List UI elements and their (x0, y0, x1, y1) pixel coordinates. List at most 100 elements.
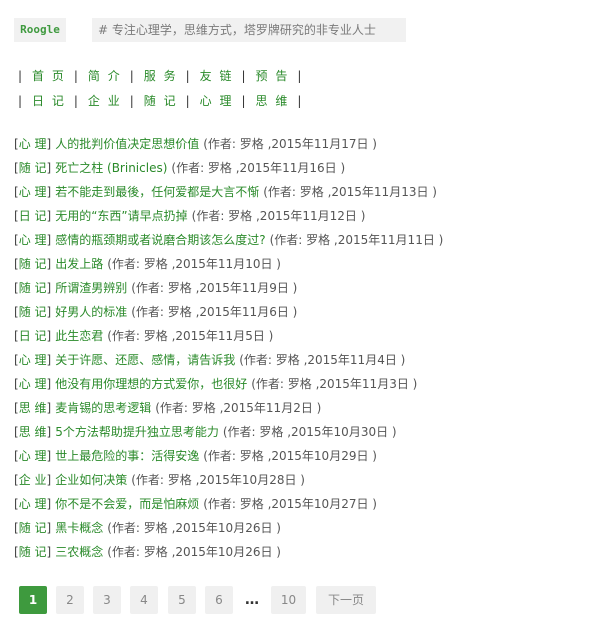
page-link-10[interactable]: 10 (271, 586, 306, 614)
post-title-link[interactable]: 无用的“东西”请早点扔掉 (55, 209, 187, 223)
post-title-link[interactable]: 出发上路 (55, 257, 103, 271)
post-category-label: 心 理 (18, 353, 47, 367)
post-title-link[interactable]: 所谓渣男辨别 (55, 281, 127, 295)
post-category[interactable]: [思 维] (14, 425, 51, 439)
nav-link-4[interactable]: 预 告 (256, 69, 290, 83)
post-category[interactable]: [随 记] (14, 257, 51, 271)
post-category-label: 心 理 (18, 377, 47, 391)
nav-separator: | (297, 94, 304, 108)
post-meta: (作者: 罗格 ,2015年11月10日 ) (107, 257, 281, 271)
post-meta: (作者: 罗格 ,2015年11月17日 ) (203, 137, 377, 151)
nav-separator: | (185, 94, 192, 108)
post-title-link[interactable]: 你不是不会爱，而是怕麻烦 (55, 497, 199, 511)
nav-separator: | (73, 94, 80, 108)
post-meta: (作者: 罗格 ,2015年11月9日 ) (131, 281, 298, 295)
post-category[interactable]: [心 理] (14, 137, 51, 151)
nav-link-1[interactable]: 简 介 (88, 69, 122, 83)
post-category[interactable]: [企 业] (14, 473, 51, 487)
post-item: [随 记] 好男人的标准 (作者: 罗格 ,2015年11月6日 ) (14, 302, 443, 326)
next-page-button[interactable]: 下一页 (316, 586, 376, 614)
post-category[interactable]: [随 记] (14, 161, 51, 175)
post-category-label: 心 理 (18, 449, 47, 463)
post-category[interactable]: [随 记] (14, 521, 51, 535)
page-link-6[interactable]: 6 (205, 586, 233, 614)
post-item: [随 记] 黑卡概念 (作者: 罗格 ,2015年10月26日 ) (14, 518, 443, 542)
nav-separator: | (241, 94, 248, 108)
post-category[interactable]: [随 记] (14, 305, 51, 319)
page-link-4[interactable]: 4 (130, 586, 158, 614)
post-meta: (作者: 罗格 ,2015年11月3日 ) (251, 377, 418, 391)
post-meta: (作者: 罗格 ,2015年10月28日 ) (131, 473, 305, 487)
post-meta: (作者: 罗格 ,2015年10月27日 ) (203, 497, 377, 511)
post-meta: (作者: 罗格 ,2015年11月11日 ) (269, 233, 444, 247)
nav-separator: | (73, 69, 80, 83)
post-title-link[interactable]: 关于许愿、还愿、感情，请告诉我 (55, 353, 235, 367)
nav-link-3[interactable]: 友 链 (200, 69, 234, 83)
post-title-link[interactable]: 麦肯锡的思考逻辑 (55, 401, 151, 415)
category-nav-link-3[interactable]: 心 理 (200, 94, 234, 108)
site-tagline: # 专注心理学，思维方式，塔罗牌研究的非专业人士 (92, 18, 406, 42)
nav-separator: | (18, 69, 25, 83)
post-title-link[interactable]: 世上最危险的事：活得安逸 (55, 449, 199, 463)
post-category[interactable]: [心 理] (14, 497, 51, 511)
main-nav-row-1: | 首 页 | 简 介 | 服 务 | 友 链 | 预 告 | (14, 67, 307, 84)
post-category-label: 心 理 (18, 233, 47, 247)
post-title-link[interactable]: 5个方法帮助提升独立思考能力 (55, 425, 219, 439)
post-category[interactable]: [日 记] (14, 329, 51, 343)
post-item: [心 理] 若不能走到最後，任何爱都是大言不惭 (作者: 罗格 ,2015年11月1… (14, 182, 443, 206)
category-nav-link-4[interactable]: 思 维 (256, 94, 290, 108)
post-category-label: 心 理 (18, 137, 47, 151)
post-title-link[interactable]: 三农概念 (55, 545, 103, 559)
post-meta: (作者: 罗格 ,2015年10月29日 ) (203, 449, 377, 463)
post-category[interactable]: [随 记] (14, 281, 51, 295)
post-category-label: 心 理 (18, 497, 47, 511)
post-category-label: 日 记 (18, 329, 47, 343)
post-title-link[interactable]: 此生恋君 (55, 329, 103, 343)
post-category-label: 心 理 (18, 185, 47, 199)
post-category[interactable]: [日 记] (14, 209, 51, 223)
post-category-label: 日 记 (18, 209, 47, 223)
post-item: [心 理] 世上最危险的事：活得安逸 (作者: 罗格 ,2015年10月29日 ) (14, 446, 443, 470)
post-meta: (作者: 罗格 ,2015年10月26日 ) (107, 521, 281, 535)
post-category[interactable]: [随 记] (14, 545, 51, 559)
post-item: [随 记] 死亡之柱 (Brinicles) (作者: 罗格 ,2015年11月16… (14, 158, 443, 182)
post-item: [随 记] 三农概念 (作者: 罗格 ,2015年10月26日 ) (14, 542, 443, 566)
post-category[interactable]: [心 理] (14, 377, 51, 391)
post-category-label: 随 记 (18, 305, 47, 319)
post-item: [心 理] 他没有用你理想的方式爱你，也很好 (作者: 罗格 ,2015年11月3日… (14, 374, 443, 398)
post-title-link[interactable]: 死亡之柱 (Brinicles) (55, 161, 167, 175)
category-nav-link-0[interactable]: 日 记 (32, 94, 66, 108)
post-category[interactable]: [思 维] (14, 401, 51, 415)
post-title-link[interactable]: 黑卡概念 (55, 521, 103, 535)
post-item: [企 业] 企业如何决策 (作者: 罗格 ,2015年10月28日 ) (14, 470, 443, 494)
post-category[interactable]: [心 理] (14, 353, 51, 367)
post-item: [心 理] 人的批判价值决定思想价值 (作者: 罗格 ,2015年11月17日 ) (14, 134, 443, 158)
main-nav-row-2: | 日 记 | 企 业 | 随 记 | 心 理 | 思 维 | (14, 92, 307, 109)
page-link-5[interactable]: 5 (168, 586, 196, 614)
post-category-label: 随 记 (18, 521, 47, 535)
post-category-label: 随 记 (18, 161, 47, 175)
post-title-link[interactable]: 他没有用你理想的方式爱你，也很好 (55, 377, 247, 391)
post-meta: (作者: 罗格 ,2015年11月5日 ) (107, 329, 274, 343)
post-category-label: 思 维 (18, 401, 47, 415)
post-title-link[interactable]: 企业如何决策 (55, 473, 127, 487)
page-link-3[interactable]: 3 (93, 586, 121, 614)
category-nav-link-2[interactable]: 随 记 (144, 94, 178, 108)
nav-separator: | (241, 69, 248, 83)
post-category[interactable]: [心 理] (14, 449, 51, 463)
post-category[interactable]: [心 理] (14, 233, 51, 247)
post-item: [心 理] 感情的瓶颈期或者说磨合期该怎么度过? (作者: 罗格 ,2015年11月… (14, 230, 443, 254)
nav-link-2[interactable]: 服 务 (144, 69, 178, 83)
category-nav-link-1[interactable]: 企 业 (88, 94, 122, 108)
post-category-label: 随 记 (18, 545, 47, 559)
site-logo[interactable]: Roogle (14, 18, 66, 42)
post-title-link[interactable]: 若不能走到最後，任何爱都是大言不惭 (55, 185, 259, 199)
page-link-2[interactable]: 2 (56, 586, 84, 614)
post-title-link[interactable]: 人的批判价值决定思想价值 (55, 137, 199, 151)
post-title-link[interactable]: 感情的瓶颈期或者说磨合期该怎么度过? (55, 233, 265, 247)
post-item: [思 维] 麦肯锡的思考逻辑 (作者: 罗格 ,2015年11月2日 ) (14, 398, 443, 422)
post-category[interactable]: [心 理] (14, 185, 51, 199)
nav-link-0[interactable]: 首 页 (32, 69, 66, 83)
post-meta: (作者: 罗格 ,2015年10月30日 ) (222, 425, 397, 439)
post-title-link[interactable]: 好男人的标准 (55, 305, 127, 319)
